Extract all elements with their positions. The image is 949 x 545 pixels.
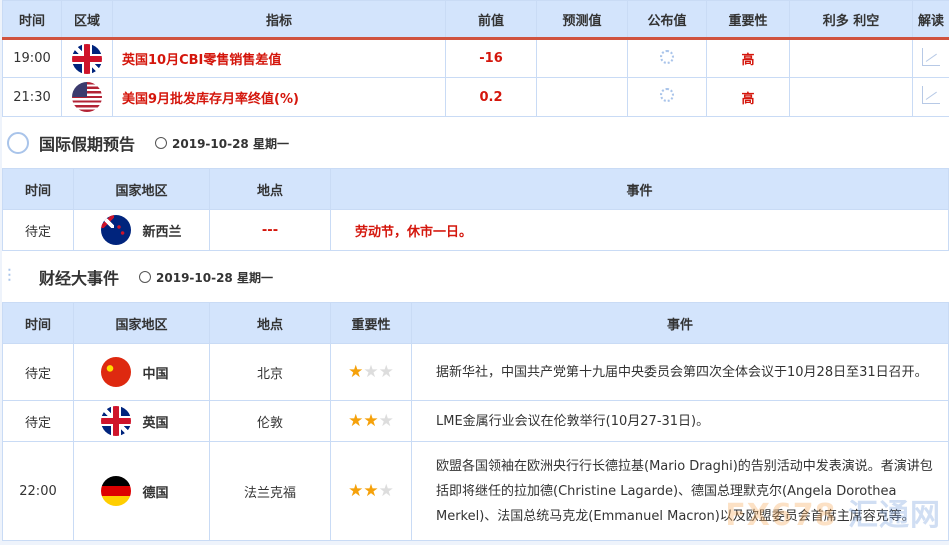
- country: 英国: [142, 415, 169, 431]
- time: 待定: [2, 343, 74, 401]
- col-analysis: 解读: [912, 0, 949, 40]
- col-time: 时间: [2, 0, 62, 40]
- event: 劳动节，休市一日。: [330, 209, 949, 251]
- country: 新西兰: [142, 224, 182, 240]
- sliders-icon: ⫶: [7, 266, 12, 287]
- time: 19:00: [2, 38, 62, 78]
- star-filled-icon: ★: [348, 362, 364, 382]
- impact: [789, 38, 913, 78]
- indicator-link[interactable]: 美国9月批发库存月率终值(%): [112, 77, 446, 117]
- star-filled-icon: ★: [348, 481, 364, 501]
- clock-icon: [139, 271, 152, 283]
- col-place: 地点: [209, 302, 331, 344]
- col-time: 时间: [2, 302, 74, 344]
- clock-icon: [155, 137, 168, 149]
- indicator-link[interactable]: 英国10月CBI零售销售差值: [112, 38, 446, 78]
- calendar-page: 时间 区域 指标 前值 预测值 公布值 重要性 利多 利空 解读 19:00 英…: [2, 0, 949, 541]
- country: 德国: [142, 485, 169, 501]
- chart-analysis-icon[interactable]: [922, 47, 940, 66]
- col-importance: 重要性: [706, 0, 790, 40]
- col-place: 地点: [209, 168, 331, 210]
- table-row: 21:30 美国9月批发库存月率终值(%) 0.2 高: [2, 77, 949, 117]
- importance: 高: [706, 77, 790, 117]
- place: 法兰克福: [209, 441, 331, 541]
- economic-data-table: 时间 区域 指标 前值 预测值 公布值 重要性 利多 利空 解读 19:00 英…: [2, 0, 949, 117]
- loading-icon: [660, 88, 674, 102]
- star-filled-icon: ★: [363, 481, 379, 501]
- col-importance: 重要性: [330, 302, 412, 344]
- star-empty-icon: ★: [363, 362, 379, 382]
- star-empty-icon: ★: [378, 481, 394, 501]
- col-event: 事件: [411, 302, 949, 344]
- star-filled-icon: ★: [348, 411, 364, 431]
- de-flag-icon: [100, 476, 131, 506]
- col-event: 事件: [330, 168, 949, 210]
- col-country: 国家地区: [73, 302, 210, 344]
- globe-icon: [7, 132, 29, 154]
- forecast: [536, 77, 628, 117]
- col-forecast: 预测值: [536, 0, 628, 40]
- previous: 0.2: [445, 77, 537, 117]
- loading-icon: [660, 49, 674, 64]
- event: 据新华社，中国共产党第十九届中央委员会第四次全体会议于10月28日至31日召开。: [411, 343, 949, 401]
- importance-stars: ★★★: [330, 400, 412, 442]
- events-section-header: ⫶ 财经大事件 2019-10-28 星期一: [2, 263, 273, 291]
- country: 中国: [142, 366, 169, 382]
- col-previous: 前值: [445, 0, 537, 40]
- table-header: 时间 区域 指标 前值 预测值 公布值 重要性 利多 利空 解读: [2, 0, 949, 40]
- table-row: 待定 中国 北京 ★★★ 据新华社，中国共产党第十九届中央委员会第四次全体会议于…: [2, 343, 949, 401]
- star-empty-icon: ★: [378, 362, 394, 382]
- place: 伦敦: [209, 400, 331, 442]
- importance-stars: ★★★: [330, 441, 412, 541]
- importance-stars: ★★★: [330, 343, 412, 401]
- place: 北京: [209, 343, 331, 401]
- us-flag-icon: [72, 82, 102, 112]
- col-indicator: 指标: [112, 0, 446, 40]
- holiday-table: 时间 国家地区 地点 事件 待定 新西兰 --- 劳动节，休市一日。: [2, 168, 949, 251]
- section-date: 2019-10-28 星期一: [172, 136, 289, 151]
- uk-flag-icon: [72, 43, 102, 74]
- table-row: 19:00 英国10月CBI零售销售差值 -16 高: [2, 38, 949, 78]
- time: 待定: [2, 209, 74, 251]
- nz-flag-icon: [100, 215, 131, 245]
- previous: -16: [445, 38, 537, 78]
- time: 22:00: [2, 441, 74, 541]
- star-filled-icon: ★: [363, 411, 379, 431]
- section-title: 财经大事件: [39, 269, 120, 288]
- event: LME金属行业会议在伦敦举行(10月27-31日)。: [411, 400, 949, 442]
- section-date: 2019-10-28 星期一: [156, 270, 273, 285]
- col-region: 区域: [61, 0, 113, 40]
- table-row: 待定 英国 伦敦 ★★★ LME金属行业会议在伦敦举行(10月27-31日)。: [2, 400, 949, 442]
- table-row: 待定 新西兰 --- 劳动节，休市一日。: [2, 209, 949, 251]
- time: 21:30: [2, 77, 62, 117]
- col-impact: 利多 利空: [789, 0, 913, 40]
- holiday-section-header: 国际假期预告 2019-10-28 星期一: [2, 129, 289, 157]
- time: 待定: [2, 400, 74, 442]
- watermark-logo: FX678 汇通网: [725, 498, 941, 533]
- chart-analysis-icon[interactable]: [922, 86, 940, 104]
- cn-flag-icon: [100, 357, 131, 387]
- star-empty-icon: ★: [378, 411, 394, 431]
- forecast: [536, 38, 628, 78]
- col-time: 时间: [2, 168, 74, 210]
- col-actual: 公布值: [627, 0, 707, 40]
- place: ---: [209, 209, 331, 251]
- col-country: 国家地区: [73, 168, 210, 210]
- table-header: 时间 国家地区 地点 重要性 事件: [2, 302, 949, 344]
- uk-flag-icon: [100, 406, 131, 436]
- section-title: 国际假期预告: [39, 135, 136, 154]
- impact: [789, 77, 913, 117]
- table-header: 时间 国家地区 地点 事件: [2, 168, 949, 210]
- importance: 高: [706, 38, 790, 78]
